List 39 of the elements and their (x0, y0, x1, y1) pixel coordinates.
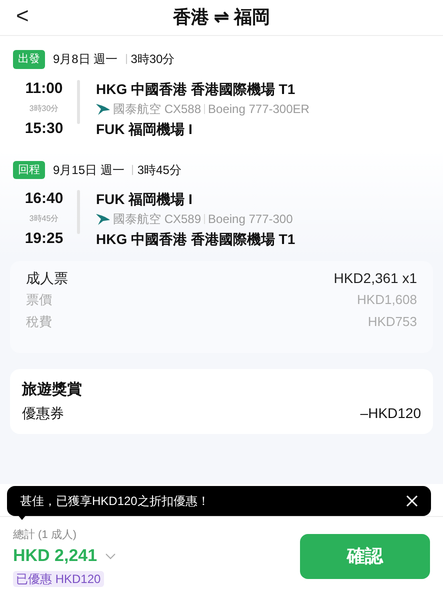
total-label: 總計 (1 成人) (13, 528, 77, 543)
segment-date: 9月15日 週一 (53, 162, 124, 179)
leg-duration: 3時30分 (29, 102, 59, 114)
price-value: HKD753 (368, 313, 417, 331)
segment-duration: 3時45分 (137, 162, 182, 179)
departure-airport: FUK 福岡機場 I (96, 190, 194, 209)
aircraft-type: Boeing 777-300 (208, 212, 293, 226)
close-button[interactable] (406, 495, 418, 507)
price-value: HKD1,608 (357, 291, 417, 309)
coupon-value: –HKD120 (360, 404, 421, 423)
toast-message: 甚佳，已獲享HKD120之折扣優惠！ (20, 493, 210, 510)
arrival-time: 19:25 (24, 229, 64, 249)
airline-flight: 國泰航空 CX589 (113, 212, 202, 226)
departure-time: 16:40 (24, 189, 64, 209)
airline-logo-icon (96, 213, 110, 225)
segment-tag: 回程 (13, 160, 45, 179)
segment-duration: 3時30分 (130, 51, 175, 68)
segment-tag: 出發 (13, 50, 45, 68)
arrival-airport: FUK 福岡機場 I (96, 120, 194, 138)
close-icon (406, 495, 418, 507)
price-label: 票價 (26, 291, 52, 309)
arrival-airport: HKG 中國香港 香港國際機場 T1 (96, 230, 296, 249)
departure-airport: HKG 中國香港 香港國際機場 T1 (96, 80, 296, 98)
total-price: HKD 2,241 (13, 545, 98, 567)
rewards-title: 旅遊獎賞 (22, 380, 83, 400)
airline-logo-icon (96, 102, 110, 114)
segment-date: 9月8日 週一 (53, 51, 118, 68)
departure-time: 11:00 (25, 78, 63, 98)
back-button[interactable]: < (16, 2, 29, 30)
price-value: HKD2,361 x1 (334, 269, 417, 288)
arrival-time: 15:30 (24, 118, 64, 138)
page-title: 香港 ⇌ 福岡 (172, 6, 270, 29)
leg-duration: 3時45分 (29, 213, 59, 225)
price-label: 稅費 (26, 313, 52, 331)
coupon-label: 優惠券 (22, 404, 64, 423)
aircraft-type: Boeing 777-300ER (208, 102, 310, 116)
discount-badge: 已優惠 HKD120 (13, 571, 104, 587)
price-label: 成人票 (26, 269, 68, 288)
airline-flight: 國泰航空 CX588 (113, 102, 202, 116)
